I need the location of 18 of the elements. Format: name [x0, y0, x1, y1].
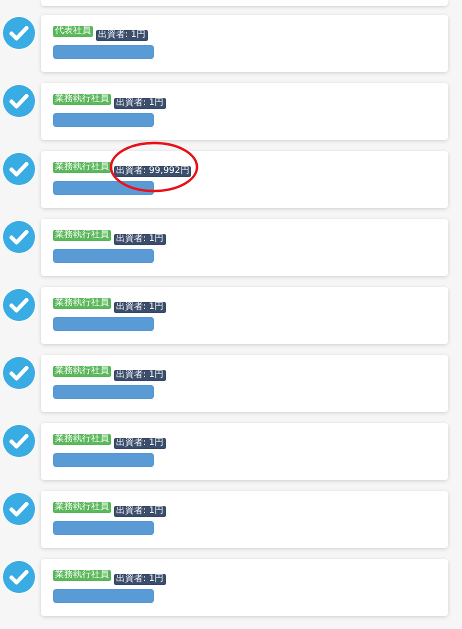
role-tag: 業務執行社員: [53, 502, 111, 513]
role-tag: 業務執行社員: [53, 162, 111, 173]
role-tag: 業務執行社員: [53, 230, 111, 241]
investment-tag: 出資者: 1円: [114, 574, 166, 585]
role-tag: 業務執行社員: [53, 366, 111, 377]
investment-tag: 出資者: 1円: [114, 506, 166, 517]
investment-tag: 出資者: 1円: [96, 30, 148, 41]
role-tag: 業務執行社員: [53, 298, 111, 309]
role-tag: 代表社員: [53, 26, 93, 37]
investment-tag: 出資者: 1円: [114, 302, 166, 313]
role-tag: 業務執行社員: [53, 94, 111, 105]
investment-tag: 出資者: 1円: [114, 370, 166, 381]
investment-tag: 出資者: 1円: [114, 234, 166, 245]
role-tag: 業務執行社員: [53, 570, 111, 581]
investment-tag: 出資者: 99,992円: [114, 166, 192, 177]
role-tag: 業務執行社員: [53, 434, 111, 445]
investment-tag: 出資者: 1円: [114, 98, 166, 109]
investment-tag: 出資者: 1円: [114, 438, 166, 449]
